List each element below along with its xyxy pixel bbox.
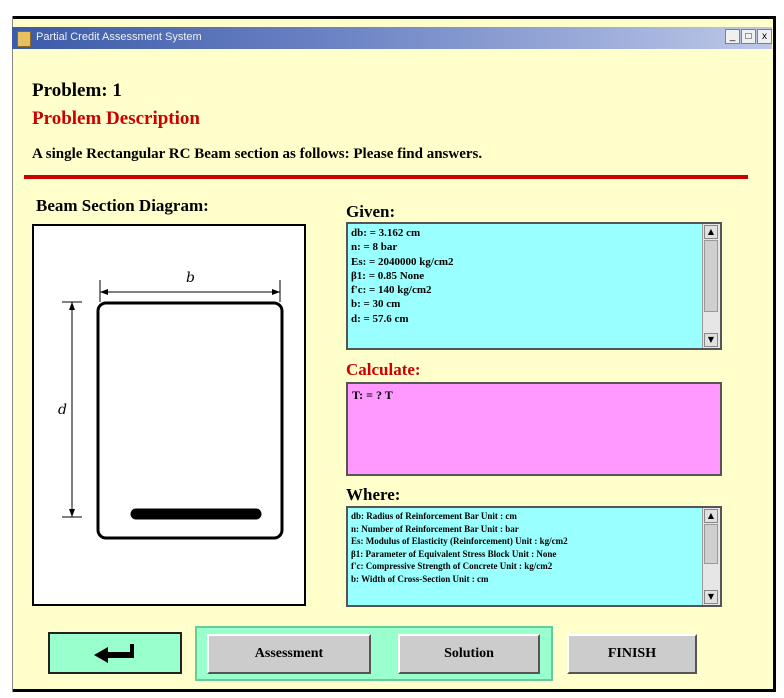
given-scroll-thumb[interactable] bbox=[704, 240, 718, 312]
where-items: db: Radius of Reinforcement Bar Unit : c… bbox=[351, 510, 700, 586]
window-controls: _ □ x bbox=[725, 29, 772, 44]
where-listbox[interactable]: db: Radius of Reinforcement Bar Unit : c… bbox=[346, 506, 722, 607]
given-item[interactable]: f'c: = 140 kg/cm2 bbox=[351, 283, 700, 297]
depth-arrow-top bbox=[69, 302, 75, 310]
where-item[interactable]: β1: Parameter of Equivalent Stress Block… bbox=[351, 548, 700, 561]
given-item[interactable]: db: = 3.162 cm bbox=[351, 226, 700, 240]
calculate-item[interactable]: T: = ? T bbox=[352, 388, 393, 403]
width-symbol: b bbox=[186, 270, 195, 286]
depth-arrow-bottom bbox=[69, 509, 75, 517]
given-item[interactable]: n: = 8 bar bbox=[351, 240, 700, 254]
minimize-button[interactable]: _ bbox=[725, 29, 740, 44]
title-bar[interactable]: Partial Credit Assessment System _ □ x bbox=[12, 27, 772, 49]
solution-button[interactable]: Solution bbox=[398, 634, 540, 674]
section-divider bbox=[24, 175, 748, 179]
where-item[interactable]: Es: Modulus of Elasticity (Reinforcement… bbox=[351, 535, 700, 548]
calculate-box[interactable]: T: = ? T bbox=[346, 382, 722, 476]
given-item[interactable]: Es: = 2040000 kg/cm2 bbox=[351, 255, 700, 269]
window-title: Partial Credit Assessment System bbox=[36, 31, 202, 43]
given-item[interactable]: b: = 30 cm bbox=[351, 297, 700, 311]
assessment-button[interactable]: Assessment bbox=[207, 634, 371, 674]
maximize-button[interactable]: □ bbox=[741, 29, 756, 44]
problem-description-text: A single Rectangular RC Beam section as … bbox=[32, 146, 483, 162]
where-item[interactable]: f'c: Compressive Strength of Concrete Un… bbox=[351, 560, 700, 573]
calculate-label: Calculate: bbox=[346, 360, 421, 379]
scroll-up-arrow-icon[interactable]: ▲ bbox=[704, 509, 718, 523]
diagram-label: Beam Section Diagram: bbox=[36, 196, 209, 215]
given-label: Given: bbox=[346, 202, 396, 221]
scroll-up-arrow-icon[interactable]: ▲ bbox=[704, 225, 718, 239]
where-scrollbar[interactable]: ▲ ▼ bbox=[702, 508, 720, 605]
where-scroll-thumb[interactable] bbox=[704, 524, 718, 564]
given-listbox[interactable]: db: = 3.162 cm n: = 8 bar Es: = 2040000 … bbox=[346, 222, 722, 350]
given-item[interactable]: d: = 57.6 cm bbox=[351, 312, 700, 326]
close-button[interactable]: x bbox=[757, 29, 772, 44]
beam-section-diagram: b d bbox=[32, 224, 306, 606]
depth-symbol: d bbox=[58, 402, 67, 418]
scroll-down-arrow-icon[interactable]: ▼ bbox=[704, 333, 718, 347]
back-button[interactable] bbox=[48, 632, 182, 674]
finish-button[interactable]: FINISH bbox=[567, 634, 697, 674]
where-item[interactable]: db: Radius of Reinforcement Bar Unit : c… bbox=[351, 510, 700, 523]
where-item[interactable]: b: Width of Cross-Section Unit : cm bbox=[351, 573, 700, 586]
problem-heading: Problem: 1 bbox=[32, 80, 122, 101]
given-item[interactable]: β1: = 0.85 None bbox=[351, 269, 700, 283]
given-items: db: = 3.162 cm n: = 8 bar Es: = 2040000 … bbox=[351, 226, 700, 326]
where-label: Where: bbox=[346, 485, 401, 504]
problem-description-heading: Problem Description bbox=[32, 108, 200, 129]
where-item[interactable]: n: Number of Reinforcement Bar Unit : ba… bbox=[351, 523, 700, 536]
scroll-down-arrow-icon[interactable]: ▼ bbox=[704, 590, 718, 604]
back-arrow-icon bbox=[94, 644, 134, 663]
width-arrow-left bbox=[100, 289, 108, 295]
width-arrow-right bbox=[272, 289, 280, 295]
given-scrollbar[interactable]: ▲ ▼ bbox=[702, 224, 720, 348]
beam-outline bbox=[96, 301, 284, 540]
window-left-edge bbox=[4, 16, 13, 692]
beam-section-svg: b d bbox=[58, 270, 284, 540]
app-icon bbox=[17, 31, 31, 47]
